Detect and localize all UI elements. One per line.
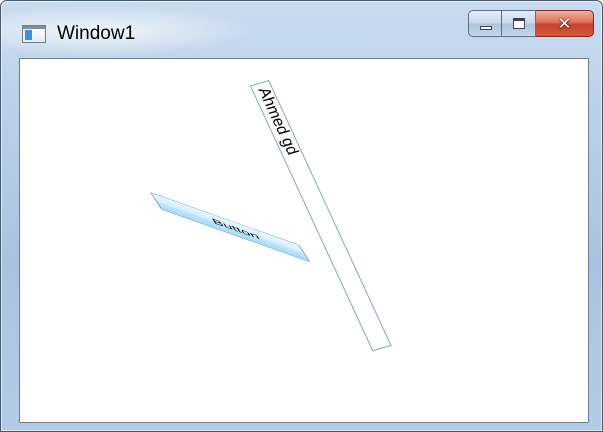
rotated-textbox[interactable]: Ahmed gd xyxy=(249,80,392,352)
button-label: Button xyxy=(209,216,262,242)
close-button[interactable]: ✕ xyxy=(536,10,594,37)
window-app-icon[interactable] xyxy=(22,25,46,43)
caption-buttons: ✕ xyxy=(468,10,594,37)
maximize-icon xyxy=(513,18,525,29)
application-window: Window1 ✕ Button Ahmed gd xyxy=(0,0,603,432)
app-icon-pane xyxy=(25,30,32,40)
app-icon-bar xyxy=(23,26,45,29)
transformed-button[interactable]: Button xyxy=(150,192,311,263)
client-area: Button Ahmed gd xyxy=(19,58,589,423)
minimize-button[interactable] xyxy=(468,10,502,37)
window-title: Window1 xyxy=(57,23,136,44)
minimize-icon xyxy=(480,26,492,30)
close-icon: ✕ xyxy=(557,14,572,33)
title-bar[interactable]: Window1 ✕ xyxy=(1,1,602,57)
maximize-button[interactable] xyxy=(502,10,536,37)
textbox-text: Ahmed gd xyxy=(254,85,302,157)
